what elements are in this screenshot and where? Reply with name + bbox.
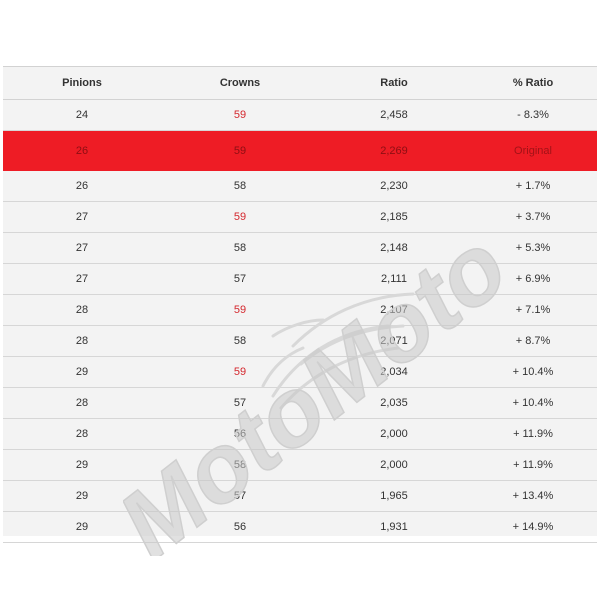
header-pct-ratio: % Ratio bbox=[469, 66, 597, 100]
cell-pct-ratio: - 8.3% bbox=[469, 99, 597, 131]
cell-ratio: 2,034 bbox=[319, 356, 469, 388]
cell-ratio: 2,000 bbox=[319, 449, 469, 481]
table-row: 29 57 1,965 + 13.4% bbox=[3, 480, 597, 512]
table-row: 24 59 2,458- 8.3% bbox=[3, 99, 597, 131]
table-row: 29 58 2,000 + 11.9% bbox=[3, 449, 597, 481]
cell-pinions: 27 bbox=[3, 232, 161, 264]
cell-pct-ratio: + 8.7% bbox=[469, 325, 597, 357]
cell-crowns: 59 bbox=[161, 356, 319, 388]
cell-crowns: 58 bbox=[161, 449, 319, 481]
cell-pinions: 26 bbox=[3, 130, 161, 171]
cell-crowns: 58 bbox=[161, 325, 319, 357]
cell-crowns: 59 bbox=[161, 201, 319, 233]
cell-pinions: 26 bbox=[3, 170, 161, 202]
cell-ratio: 2,269 bbox=[319, 130, 469, 171]
table-row: 28 56 2,000 + 11.9% bbox=[3, 418, 597, 450]
cell-crowns: 59 bbox=[161, 294, 319, 326]
cell-ratio: 2,000 bbox=[319, 418, 469, 450]
cell-crowns: 58 bbox=[161, 232, 319, 264]
cell-pinions: 28 bbox=[3, 325, 161, 357]
gear-ratio-table-container: Pinions Crowns Ratio % Ratio 24 59 2,458- … bbox=[3, 66, 597, 556]
table-row: 26 58 2,230 + 1.7% bbox=[3, 170, 597, 202]
gear-ratio-table: Pinions Crowns Ratio % Ratio 24 59 2,458- … bbox=[3, 66, 597, 543]
cell-ratio: 1,965 bbox=[319, 480, 469, 512]
table-row: 27 57 2,111 + 6.9% bbox=[3, 263, 597, 295]
cell-ratio: 2,111 bbox=[319, 263, 469, 295]
cell-pct-ratio: + 3.7% bbox=[469, 201, 597, 233]
table-row: 28 58 2,071 + 8.7% bbox=[3, 325, 597, 357]
cell-crowns: 57 bbox=[161, 263, 319, 295]
cell-pct-ratio: + 11.9% bbox=[469, 449, 597, 481]
cell-crowns: 59 bbox=[161, 99, 319, 131]
cell-pinions: 29 bbox=[3, 480, 161, 512]
cell-pct-ratio: + 5.3% bbox=[469, 232, 597, 264]
cell-pct-ratio: + 10.4% bbox=[469, 356, 597, 388]
table-row: 29 56 1,931 + 14.9% bbox=[3, 511, 597, 543]
cell-pinions: 28 bbox=[3, 387, 161, 419]
header-ratio: Ratio bbox=[319, 66, 469, 100]
table-row: 28 57 2,035 + 10.4% bbox=[3, 387, 597, 419]
cell-pinions: 29 bbox=[3, 449, 161, 481]
table-header-row: Pinions Crowns Ratio % Ratio bbox=[3, 66, 597, 100]
cell-crowns: 59 bbox=[161, 130, 319, 171]
cell-ratio: 2,148 bbox=[319, 232, 469, 264]
header-crowns: Crowns bbox=[161, 66, 319, 100]
cell-pct-ratio: + 1.7% bbox=[469, 170, 597, 202]
cell-pct-ratio: + 14.9% bbox=[469, 511, 597, 543]
cell-crowns: 56 bbox=[161, 418, 319, 450]
cell-crowns: 57 bbox=[161, 387, 319, 419]
cell-ratio: 2,230 bbox=[319, 170, 469, 202]
header-pinions: Pinions bbox=[3, 66, 161, 100]
cell-ratio: 2,458 bbox=[319, 99, 469, 131]
table-row: 27 59 2,185 + 3.7% bbox=[3, 201, 597, 233]
table-row: 29 59 2,034 + 10.4% bbox=[3, 356, 597, 388]
cell-pct-ratio: + 11.9% bbox=[469, 418, 597, 450]
cell-crowns: 58 bbox=[161, 170, 319, 202]
cell-ratio: 2,071 bbox=[319, 325, 469, 357]
cell-ratio: 2,185 bbox=[319, 201, 469, 233]
table-row: 28 59 2,107 + 7.1% bbox=[3, 294, 597, 326]
cell-pinions: 24 bbox=[3, 99, 161, 131]
cell-pinions: 28 bbox=[3, 418, 161, 450]
cell-ratio: 1,931 bbox=[319, 511, 469, 543]
cell-pinions: 27 bbox=[3, 201, 161, 233]
cell-ratio: 2,035 bbox=[319, 387, 469, 419]
cell-pct-ratio: + 7.1% bbox=[469, 294, 597, 326]
cell-pinions: 29 bbox=[3, 511, 161, 543]
cell-pct-ratio: + 6.9% bbox=[469, 263, 597, 295]
cell-crowns: 56 bbox=[161, 511, 319, 543]
cell-pct-ratio: + 13.4% bbox=[469, 480, 597, 512]
cell-pinions: 27 bbox=[3, 263, 161, 295]
cell-pinions: 29 bbox=[3, 356, 161, 388]
cell-pct-ratio: Original bbox=[469, 130, 597, 171]
table-body: 24 59 2,458- 8.3% 26 59 2,269 Original 26 58 2,23… bbox=[3, 99, 597, 543]
cell-crowns: 57 bbox=[161, 480, 319, 512]
cell-pct-ratio: + 10.4% bbox=[469, 387, 597, 419]
cell-ratio: 2,107 bbox=[319, 294, 469, 326]
cell-pinions: 28 bbox=[3, 294, 161, 326]
table-row-original: 26 59 2,269 Original bbox=[3, 130, 597, 171]
table-row: 27 58 2,148 + 5.3% bbox=[3, 232, 597, 264]
